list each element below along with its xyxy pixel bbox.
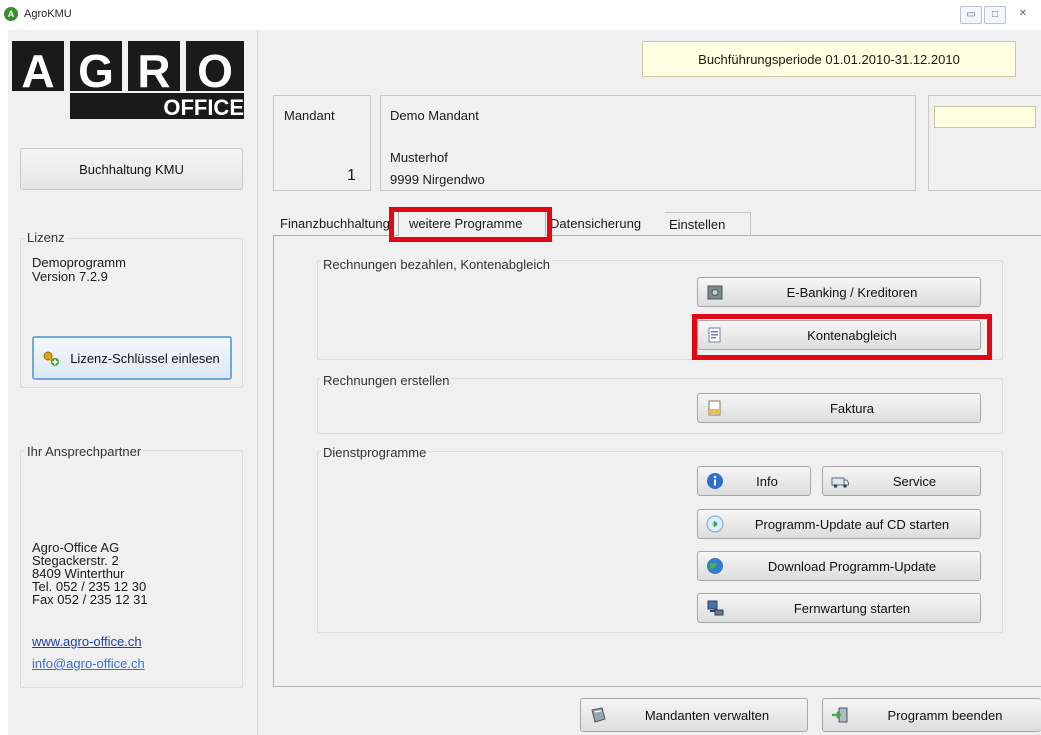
license-line1: Demoprogramm [32, 255, 126, 270]
ebanking-label: E-Banking / Kreditoren [786, 284, 918, 300]
contact-title: Ihr Ansprechpartner [25, 444, 144, 459]
close-icon[interactable]: ✕ [1012, 6, 1034, 24]
ebanking-button[interactable]: E-Banking / Kreditoren [697, 277, 981, 307]
faktura-button[interactable]: Faktura [697, 393, 981, 423]
payments-title: Rechnungen bezahlen, Kontenabgleich [321, 257, 552, 272]
exit-program-label: Programm beenden [887, 707, 1003, 723]
tab-finanzbuchhaltung[interactable]: Finanzbuchhaltung [280, 212, 390, 236]
mandant-number: 1 [347, 167, 356, 184]
exit-door-icon [832, 707, 848, 723]
clients-book-icon [591, 707, 606, 723]
license-version: Version 7.2.9 [32, 269, 108, 284]
window-title: AgroKMU [24, 8, 72, 20]
faktura-label: Faktura [829, 400, 875, 416]
remote-support-button[interactable]: Fernwartung starten [697, 593, 981, 623]
exit-program-button[interactable]: Programm beenden [822, 698, 1041, 732]
logo-letter: R [137, 45, 170, 97]
mandant-name: Demo Mandant [390, 108, 479, 123]
update-cd-button[interactable]: Programm-Update auf CD starten [697, 509, 981, 539]
invoice-icon [708, 400, 721, 416]
app-icon: A [4, 7, 18, 21]
download-update-button[interactable]: Download Programm-Update [697, 551, 981, 581]
tab-datensicherung[interactable]: Datensicherung [550, 212, 641, 236]
download-update-label: Download Programm-Update [767, 558, 937, 574]
service-label: Service [892, 473, 937, 489]
manage-clients-button[interactable]: Mandanten verwalten [580, 698, 808, 732]
invoices-title: Rechnungen erstellen [321, 373, 452, 388]
utilities-title: Dienstprogramme [321, 445, 429, 460]
remote-support-label: Fernwartung starten [793, 600, 911, 616]
minimize-icon[interactable]: ▭ [960, 6, 982, 24]
highlight-tab [389, 207, 552, 242]
highlight-reconcile [692, 314, 992, 360]
mandant-farm: Musterhof [390, 150, 448, 165]
update-cd-label: Programm-Update auf CD starten [754, 516, 950, 532]
safe-icon [707, 285, 723, 300]
period-display: Buchführungsperiode 01.01.2010-31.12.201… [642, 41, 1016, 77]
email-link[interactable]: info@agro-office.ch [32, 656, 145, 671]
license-key-label: Lizenz-Schlüssel einlesen [70, 350, 220, 366]
mandant-label: Mandant [284, 108, 335, 123]
website-link[interactable]: www.agro-office.ch [32, 634, 142, 649]
service-button[interactable]: Service [822, 466, 981, 496]
extra-info-field[interactable] [934, 106, 1036, 128]
manage-clients-label: Mandanten verwalten [644, 707, 770, 723]
computer-icon [707, 600, 724, 616]
maximize-icon[interactable]: □ [984, 6, 1006, 24]
title-bar: A AgroKMU ▭ □ ✕ [0, 0, 1041, 30]
logo-letter: G [78, 45, 114, 97]
license-key-button[interactable]: Lizenz-Schlüssel einlesen [32, 336, 232, 380]
contact-fax: Fax 052 / 235 12 31 [32, 592, 148, 607]
mandant-address: 9999 Nirgendwo [390, 172, 485, 187]
info-label: Info [756, 473, 778, 489]
agro-office-logo: A G R O OFFICE [12, 41, 244, 120]
key-icon [43, 351, 59, 366]
info-button[interactable]: Info [697, 466, 811, 496]
logo-letter: A [21, 45, 54, 97]
globe-icon [707, 558, 723, 574]
van-icon [831, 477, 849, 488]
module-button-label: Buchhaltung KMU [79, 161, 184, 177]
window-controls: ▭ □ ✕ [960, 6, 1040, 24]
license-title: Lizenz [25, 230, 67, 245]
tab-einstellen[interactable]: Einstellen [665, 212, 751, 236]
cd-update-icon [706, 515, 724, 533]
module-button[interactable]: Buchhaltung KMU [20, 148, 243, 190]
logo-subtitle: OFFICE [163, 95, 244, 120]
logo-letter: O [197, 45, 233, 97]
info-icon [707, 473, 723, 489]
